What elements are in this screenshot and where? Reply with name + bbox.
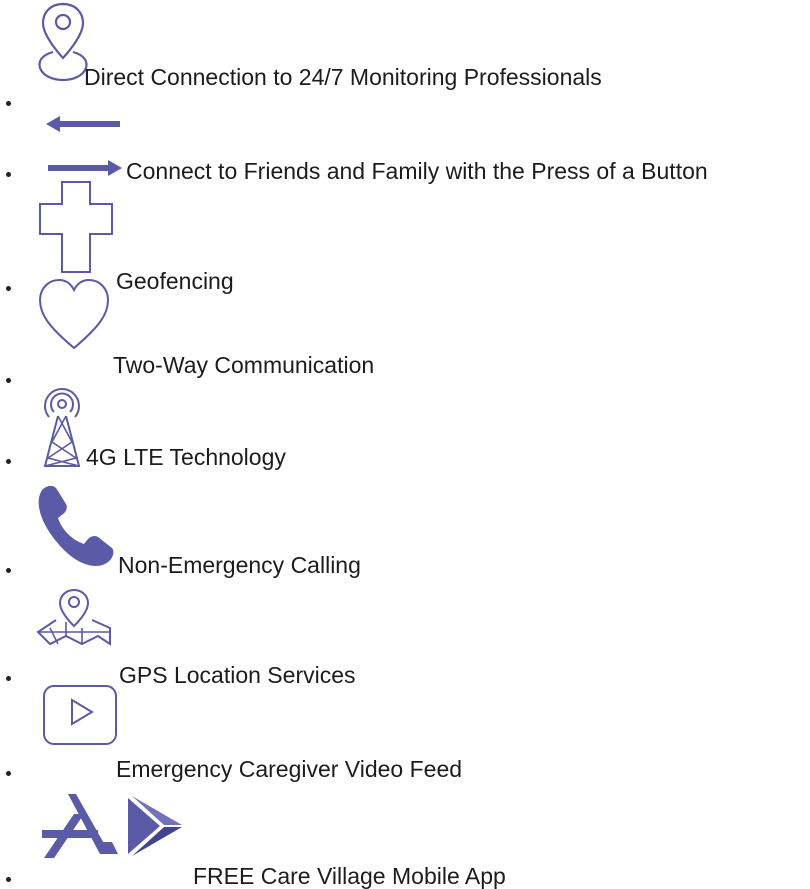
phone-icon <box>36 484 114 568</box>
feature-item: Connect to Friends and Family with the P… <box>0 90 810 184</box>
bullet <box>6 172 11 177</box>
feature-item: GPS Location Services <box>0 588 810 688</box>
app-store-icon <box>40 792 120 862</box>
video-play-icon <box>42 684 118 748</box>
feature-page: { "accent_color": "#5a5aa6", "features":… <box>0 0 810 889</box>
medical-cross-icon <box>39 181 113 276</box>
feature-label: Two-Way Communication <box>113 352 375 378</box>
feature-label: FREE Care Village Mobile App <box>193 863 506 889</box>
feature-item: Two-Way Communication <box>0 276 810 383</box>
feature-item: FREE Care Village Mobile App <box>0 790 810 889</box>
feature-item: Geofencing <box>0 181 810 294</box>
bullet <box>6 771 11 776</box>
feature-item: Direct Connection to 24/7 Monitoring Pro… <box>0 0 810 106</box>
feature-item: Non-Emergency Calling <box>0 480 810 578</box>
bullet <box>6 459 11 464</box>
heart-icon <box>38 278 110 350</box>
two-way-arrows-icon <box>46 116 122 176</box>
feature-label: 4G LTE Technology <box>86 444 286 470</box>
feature-label: Connect to Friends and Family with the P… <box>126 158 708 184</box>
bullet <box>6 568 11 573</box>
bullet <box>6 378 11 383</box>
cell-tower-icon <box>42 386 82 468</box>
play-store-icon <box>126 796 184 856</box>
feature-item: Emergency Caregiver Video Feed <box>0 684 810 782</box>
bullet <box>6 877 11 882</box>
map-pin-icon <box>36 588 112 648</box>
feature-label: Direct Connection to 24/7 Monitoring Pro… <box>84 64 602 90</box>
feature-item: 4G LTE Technology <box>0 386 810 476</box>
feature-label: Non-Emergency Calling <box>118 552 361 578</box>
bullet <box>6 676 11 681</box>
location-pin-icon <box>38 0 88 84</box>
feature-label: Emergency Caregiver Video Feed <box>116 756 463 782</box>
